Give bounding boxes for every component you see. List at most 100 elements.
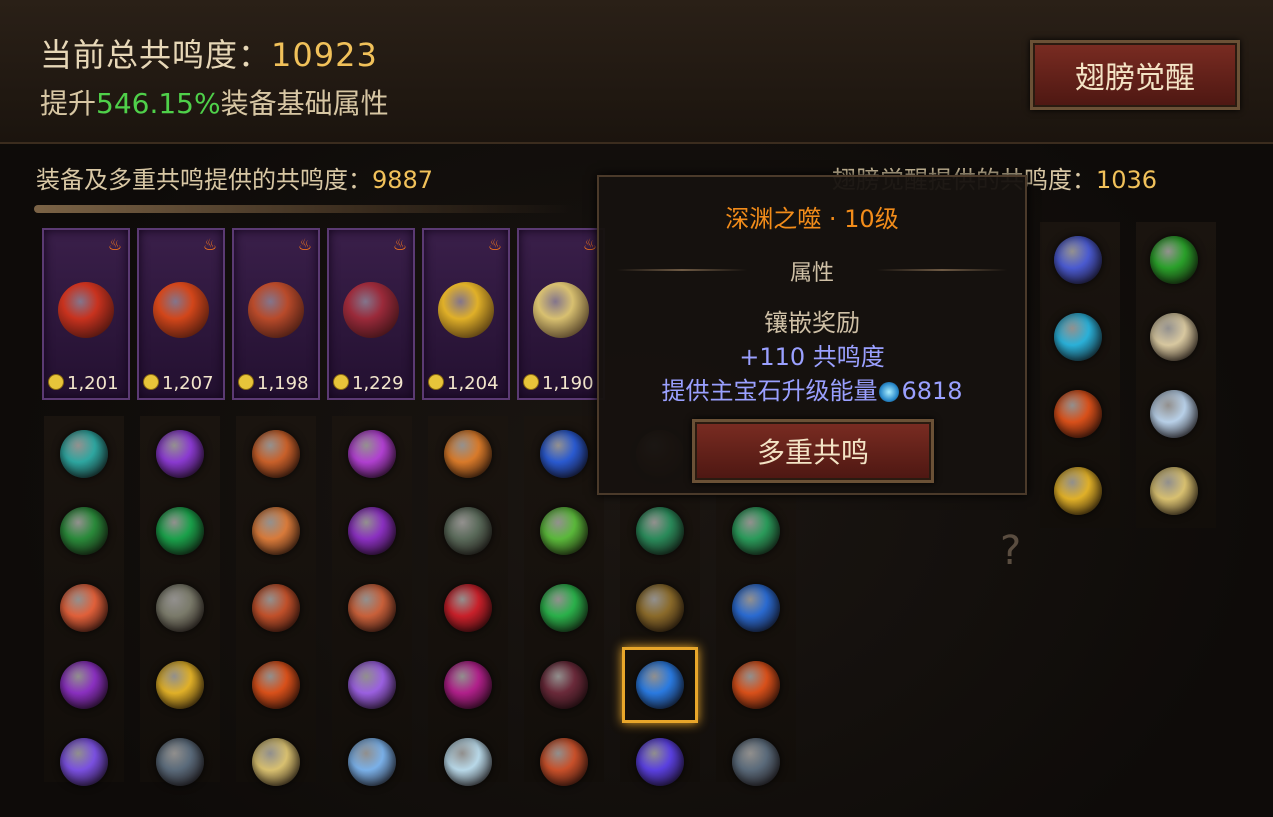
gem-icon xyxy=(540,584,588,632)
gem-slot[interactable] xyxy=(622,724,698,800)
gem-slot[interactable] xyxy=(430,493,506,569)
gem-slot[interactable] xyxy=(46,647,122,723)
gem-icon xyxy=(444,430,492,478)
equipment-slot[interactable]: ♨ 1,190 xyxy=(517,228,605,400)
coin-icon xyxy=(48,374,64,390)
wing-gem-slot[interactable] xyxy=(1136,222,1212,298)
gem-slot[interactable] xyxy=(238,416,314,492)
equipment-slot[interactable]: ♨ 1,198 xyxy=(232,228,320,400)
wing-gem-slot[interactable] xyxy=(1136,299,1212,375)
gem-slot[interactable] xyxy=(526,724,602,800)
gem-icon xyxy=(732,507,780,555)
gem-icon xyxy=(252,507,300,555)
gem-slot[interactable] xyxy=(718,493,794,569)
gem-slot[interactable] xyxy=(46,493,122,569)
gem-slot[interactable] xyxy=(142,493,218,569)
equip-resonance-label: 装备及多重共鸣提供的共鸣度：9887 xyxy=(36,160,433,195)
gem-icon xyxy=(156,738,204,786)
multi-resonance-button[interactable]: 多重共鸣 xyxy=(692,419,934,483)
gem-slot[interactable] xyxy=(238,647,314,723)
boost-prefix: 提升 xyxy=(40,87,97,120)
gem-slot[interactable] xyxy=(622,493,698,569)
gem-icon xyxy=(1150,313,1198,361)
coin-icon xyxy=(428,374,444,390)
energy-orb-icon xyxy=(879,382,900,402)
equipment-slot[interactable]: ♨ 1,204 xyxy=(422,228,510,400)
flame-badge-icon: ♨ xyxy=(107,235,123,254)
wing-gem-slot[interactable] xyxy=(1040,299,1116,375)
equipment-slot[interactable]: ♨ 1,201 xyxy=(42,228,130,400)
gem-slot[interactable] xyxy=(430,416,506,492)
equipment-slot[interactable]: ♨ 1,207 xyxy=(137,228,225,400)
gem-slot[interactable] xyxy=(238,570,314,646)
gem-slot[interactable] xyxy=(430,724,506,800)
gem-slot[interactable] xyxy=(526,647,602,723)
gem-slot[interactable] xyxy=(334,724,410,800)
gem-slot[interactable] xyxy=(238,493,314,569)
gem-icon xyxy=(60,661,108,709)
wing-awaken-button[interactable]: 翅膀觉醒 xyxy=(1030,40,1240,110)
gem-icon xyxy=(444,584,492,632)
wing-gem-slot[interactable] xyxy=(1136,453,1212,529)
gem-icon xyxy=(636,738,684,786)
gem-slot[interactable] xyxy=(46,570,122,646)
equipment-resonance-value: 1,207 xyxy=(143,373,214,394)
gem-slot[interactable] xyxy=(334,416,410,492)
gem-slot[interactable] xyxy=(526,416,602,492)
wing-gem-slot[interactable] xyxy=(1040,222,1116,298)
equipment-resonance-value: 1,201 xyxy=(48,373,119,394)
equipment-slot[interactable]: ♨ 1,229 xyxy=(327,228,415,400)
unknown-slot-icon: ? xyxy=(1000,528,1022,574)
wing-gem-slot[interactable] xyxy=(1136,376,1212,452)
coin-icon xyxy=(523,374,539,390)
gem-slot[interactable] xyxy=(718,647,794,723)
energy-value: 6818 xyxy=(901,377,963,405)
equipment-value-text: 1,204 xyxy=(447,373,499,394)
gem-icon xyxy=(1054,467,1102,515)
equip-label-text: 装备及多重共鸣提供的共鸣度： xyxy=(36,166,372,194)
gem-slot[interactable] xyxy=(718,570,794,646)
gem-slot[interactable] xyxy=(430,570,506,646)
gem-slot[interactable] xyxy=(142,724,218,800)
gem-icon xyxy=(348,584,396,632)
gem-slot[interactable] xyxy=(430,647,506,723)
gem-slot[interactable] xyxy=(142,416,218,492)
wing-gem-slot[interactable] xyxy=(1040,376,1116,452)
gem-slot[interactable] xyxy=(718,724,794,800)
gem-slot[interactable] xyxy=(334,647,410,723)
gem-slot-selected[interactable] xyxy=(622,647,698,723)
gem-icon xyxy=(348,738,396,786)
gem-slot[interactable] xyxy=(526,493,602,569)
gem-slot[interactable] xyxy=(46,416,122,492)
resonance-header: 当前总共鸣度：10923 提升546.15%装备基础属性 翅膀觉醒 xyxy=(0,0,1273,144)
gem-slot[interactable] xyxy=(334,570,410,646)
gem-icon xyxy=(732,584,780,632)
gem-icon xyxy=(732,738,780,786)
gem-icon xyxy=(444,507,492,555)
gem-slot[interactable] xyxy=(142,570,218,646)
flame-badge-icon: ♨ xyxy=(392,235,408,254)
gem-tooltip: 深渊之噬 · 10级 属性 镶嵌奖励 +110 共鸣度 提供主宝石升级能量 681… xyxy=(597,175,1027,495)
gem-slot[interactable] xyxy=(334,493,410,569)
section-divider xyxy=(34,205,574,213)
gem-slot[interactable] xyxy=(622,570,698,646)
equipment-resonance-value: 1,190 xyxy=(523,373,594,394)
gem-slot[interactable] xyxy=(46,724,122,800)
gem-slot[interactable] xyxy=(526,570,602,646)
equipment-value-text: 1,190 xyxy=(542,373,594,394)
gem-slot[interactable] xyxy=(238,724,314,800)
gem-icon xyxy=(636,661,684,709)
gem-icon xyxy=(348,507,396,555)
title-label: 当前总共鸣度： xyxy=(40,36,272,74)
gem-slot[interactable] xyxy=(142,647,218,723)
wing-gem-slot[interactable] xyxy=(1040,453,1116,529)
equipment-gem-icon xyxy=(153,282,209,338)
gem-icon xyxy=(156,507,204,555)
gem-icon xyxy=(636,584,684,632)
gem-icon xyxy=(252,738,300,786)
attribute-boost-text: 提升546.15%装备基础属性 xyxy=(40,82,389,122)
gem-icon xyxy=(540,661,588,709)
gem-icon xyxy=(60,738,108,786)
equip-resonance-value: 9887 xyxy=(372,166,434,194)
gem-icon xyxy=(1054,236,1102,284)
